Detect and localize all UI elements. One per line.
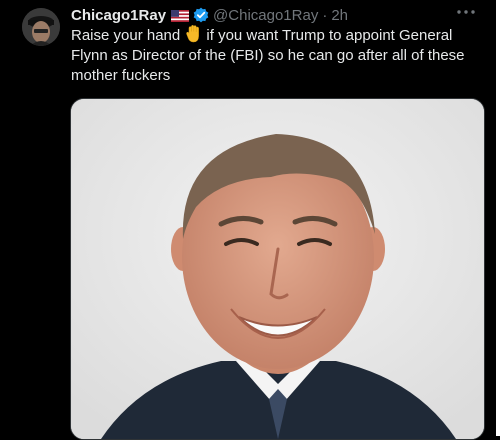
separator-dot: · [322,6,328,24]
timestamp[interactable]: 2h [331,7,348,24]
tweet-text-part1: Raise your hand [71,27,181,44]
us-flag-icon [171,9,190,22]
window-edge [496,0,500,436]
tweet-text: Raise your hand if you want Trump to app… [71,25,486,86]
tweet-media-photo[interactable] [70,98,485,440]
raised-hand-emoji [186,25,202,43]
display-name[interactable]: Chicago1Ray [71,7,166,24]
handle[interactable]: @Chicago1Ray [213,7,318,24]
tweet[interactable]: Chicago1Ray @Chicago1Ray · 2h Raise your… [0,0,500,440]
tweet-header: Chicago1Ray @Chicago1Ray · 2h [71,4,348,26]
verified-badge-icon[interactable] [193,7,209,23]
avatar[interactable] [22,8,60,46]
more-options-icon[interactable] [454,1,478,23]
